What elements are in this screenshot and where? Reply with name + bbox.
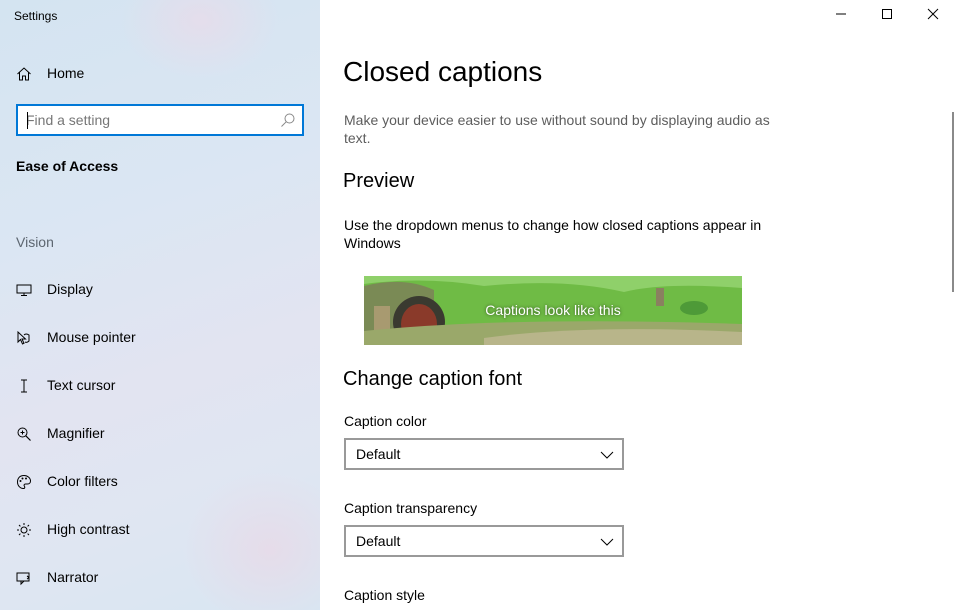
sidebar-item-display[interactable]: Display [0, 269, 320, 309]
preview-caption: Captions look like this [485, 302, 621, 318]
sidebar-item-label: High contrast [47, 521, 130, 537]
main-panel: Closed captions Make your device easier … [320, 0, 956, 610]
caption-transparency-dropdown[interactable]: Default [344, 525, 624, 557]
sidebar-item-narrator[interactable]: Narrator [0, 557, 320, 597]
sidebar-item-color-filters[interactable]: Color filters [0, 461, 320, 501]
window-controls [818, 0, 956, 32]
sidebar-item-label: Display [47, 281, 93, 297]
sidebar-item-high-contrast[interactable]: High contrast [0, 509, 320, 549]
group-label-vision: Vision [16, 234, 54, 250]
maximize-button[interactable] [864, 0, 910, 32]
sidebar-item-magnifier[interactable]: Magnifier [0, 413, 320, 453]
magnifier-icon [15, 425, 33, 443]
sidebar-item-label: Narrator [47, 569, 99, 585]
sidebar-item-label: Magnifier [47, 425, 105, 441]
sidebar-item-home[interactable]: Home [0, 53, 320, 93]
caption-transparency-label: Caption transparency [344, 500, 478, 516]
sidebar-item-mouse-pointer[interactable]: Mouse pointer [0, 317, 320, 357]
caption-color-value: Default [356, 446, 401, 462]
preview-heading: Preview [343, 170, 415, 192]
caption-style-label: Caption style [344, 587, 425, 603]
sidebar-item-label: Color filters [47, 473, 118, 489]
sidebar-item-label: Text cursor [47, 377, 116, 393]
caption-color-dropdown[interactable]: Default [344, 438, 624, 470]
sidebar: Settings Home Ease of Access Vision Disp… [0, 0, 320, 610]
color-palette-icon [15, 473, 33, 491]
close-icon [927, 7, 939, 25]
caption-transparency-value: Default [356, 533, 401, 549]
chevron-down-icon [600, 448, 614, 460]
monitor-icon [15, 281, 33, 299]
section-title: Ease of Access [16, 158, 119, 174]
home-icon [15, 65, 33, 83]
sidebar-item-text-cursor[interactable]: Text cursor [0, 365, 320, 405]
page-title: Closed captions [343, 56, 543, 87]
text-cursor-icon [15, 377, 33, 395]
caption-color-label: Caption color [344, 413, 427, 429]
font-heading: Change caption font [343, 368, 523, 390]
search-input[interactable] [26, 110, 276, 130]
sun-icon [15, 521, 33, 539]
narrator-icon [15, 569, 33, 587]
scrollbar[interactable] [952, 112, 954, 292]
maximize-icon [881, 7, 893, 25]
search-icon[interactable] [280, 112, 296, 128]
preview-instructions: Use the dropdown menus to change how clo… [344, 217, 762, 251]
mouse-pointer-icon [15, 329, 33, 347]
search-box[interactable] [16, 104, 304, 136]
minimize-button[interactable] [818, 0, 864, 32]
minimize-icon [835, 7, 847, 25]
app-title: Settings [14, 9, 58, 23]
text-caret [27, 112, 28, 129]
caption-preview-image: Captions look like this [364, 276, 742, 345]
page-description: Make your device easier to use without s… [344, 112, 770, 146]
sidebar-item-label: Mouse pointer [47, 329, 136, 345]
sidebar-item-label: Home [47, 65, 85, 81]
close-button[interactable] [910, 0, 956, 32]
chevron-down-icon [600, 535, 614, 547]
